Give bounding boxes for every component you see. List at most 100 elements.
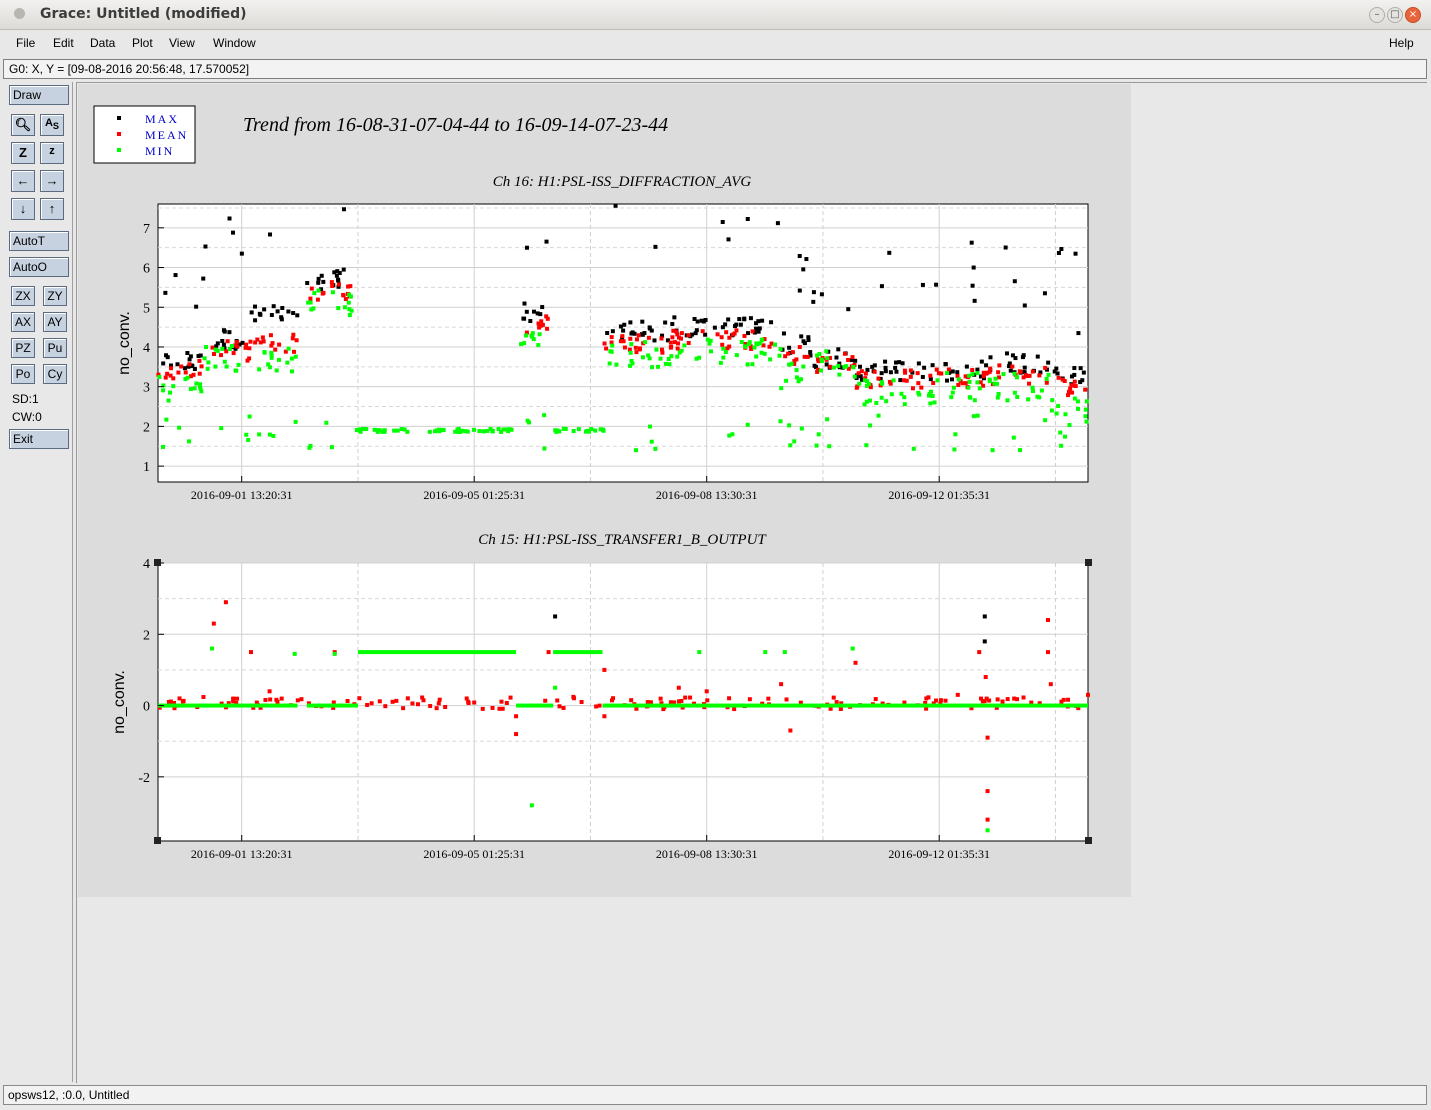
data-point-max: [522, 316, 527, 321]
data-point-mean: [984, 371, 989, 376]
data-point-min: [763, 650, 768, 655]
data-point-min: [306, 300, 311, 305]
data-point-mean: [437, 697, 442, 702]
data-point-min: [1012, 390, 1017, 395]
data-point-mean: [341, 293, 346, 298]
data-point-max: [916, 361, 921, 366]
data-point-min: [990, 448, 995, 453]
data-point-min: [244, 432, 249, 437]
data-point-max: [857, 364, 862, 369]
data-point-mean: [908, 374, 913, 379]
data-point-mean: [253, 340, 258, 345]
data-point-min: [972, 398, 977, 403]
data-point-min: [784, 378, 789, 383]
data-point-max: [540, 305, 545, 310]
data-point-min: [1035, 394, 1040, 399]
data-point-mean: [1072, 379, 1077, 384]
data-point-min: [286, 346, 291, 351]
handle-top-left[interactable]: [154, 559, 161, 566]
data-point-min: [436, 427, 441, 432]
data-point-mean: [1027, 381, 1032, 386]
data-point-max: [336, 278, 341, 283]
data-point-max: [920, 282, 925, 287]
data-point-min: [837, 372, 842, 377]
data-point-mean: [346, 284, 351, 289]
data-point-max: [221, 328, 226, 333]
data-point-min: [648, 424, 653, 429]
data-point-min: [563, 426, 568, 431]
data-point-max: [898, 378, 903, 383]
data-point-mean: [224, 349, 229, 354]
data-point-mean: [910, 386, 915, 391]
data-point-mean: [231, 351, 236, 356]
data-point-min: [788, 443, 793, 448]
data-point-min: [192, 386, 197, 391]
data-point-mean: [243, 345, 248, 350]
data-point-min: [975, 380, 980, 385]
data-point-max: [1021, 353, 1026, 358]
handle-bottom-right[interactable]: [1085, 837, 1092, 844]
x-tick-label: 2016-09-08 13:30:31: [656, 847, 758, 861]
data-point-mean: [646, 335, 651, 340]
data-point-mean: [784, 697, 789, 702]
handle-top-right[interactable]: [1085, 559, 1092, 566]
data-point-min: [831, 365, 836, 370]
data-point-mean: [828, 364, 833, 369]
data-point-min: [1012, 371, 1017, 376]
plot-canvas[interactable]: MAX MEAN MIN Trend from 16-08-31-07-04-4…: [0, 0, 1431, 1110]
data-point-mean: [873, 697, 878, 702]
data-point-min: [311, 306, 316, 311]
data-point-mean: [291, 332, 296, 337]
data-point-max: [846, 307, 851, 312]
data-point-min: [889, 392, 894, 397]
data-point-min: [205, 366, 210, 371]
data-point-mean: [258, 340, 263, 345]
data-point-min: [880, 381, 885, 386]
data-point-mean: [369, 701, 374, 706]
data-baseline-min: [602, 703, 1088, 708]
handle-bottom-left[interactable]: [154, 837, 161, 844]
data-point-max: [269, 312, 274, 317]
data-point-min: [529, 803, 534, 808]
data-point-min: [531, 337, 536, 342]
data-point-min: [824, 349, 829, 354]
data-point-max: [203, 244, 208, 249]
data-point-min: [864, 443, 869, 448]
data-point-min: [718, 360, 723, 365]
data-point-max: [943, 362, 948, 367]
data-point-min: [902, 402, 907, 407]
data-point-max: [797, 254, 802, 259]
data-point-min: [246, 437, 251, 442]
data-point-mean: [668, 345, 673, 350]
data-point-max: [930, 363, 935, 368]
data-point-min: [630, 361, 635, 366]
data-point-min: [985, 828, 990, 833]
data-point-min: [555, 428, 560, 433]
data-point-min: [329, 445, 334, 450]
data-point-min: [782, 650, 787, 655]
data-point-mean: [357, 696, 362, 701]
data-point-mean: [727, 696, 732, 701]
data-point-min: [917, 392, 922, 397]
data-point-min: [308, 443, 313, 448]
data-point-min: [161, 388, 166, 393]
data-point-min: [654, 347, 659, 352]
data-point-min: [166, 398, 171, 403]
data-point-mean: [165, 371, 170, 376]
data-point-max: [240, 340, 245, 345]
data-point-min: [956, 377, 961, 382]
data-point-mean: [472, 700, 477, 705]
data-point-max: [894, 369, 899, 374]
data-point-min: [814, 443, 819, 448]
data-point-mean: [410, 701, 415, 706]
data-point-max: [887, 250, 892, 255]
data-point-min: [601, 427, 606, 432]
data-point-mean: [747, 697, 752, 702]
data-point-max: [640, 319, 645, 324]
data-point-mean: [223, 600, 228, 605]
data-point-min: [271, 433, 276, 438]
data-point-max: [262, 307, 267, 312]
data-point-min: [928, 401, 933, 406]
data-point-max: [834, 355, 839, 360]
data-point-min: [585, 428, 590, 433]
